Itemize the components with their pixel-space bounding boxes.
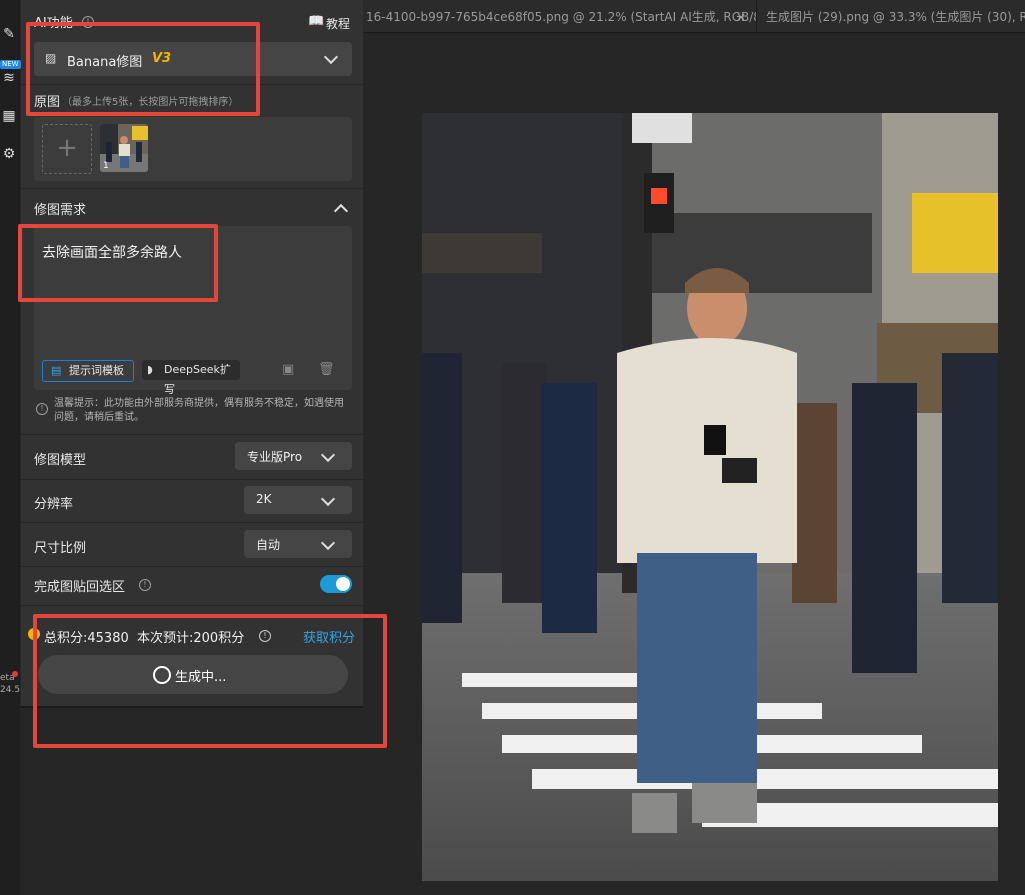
source-image-note: （最多上传5张，长按图片可拖拽排序） — [62, 97, 239, 108]
divider — [21, 605, 363, 606]
generate-button-label: 生成中... — [175, 670, 227, 685]
panel-shadow — [21, 706, 363, 708]
resolution-select-value: 2K — [256, 492, 272, 506]
divider — [21, 434, 363, 435]
document-tab-bar: 16-4100-b997-765b4ce68f05.png @ 21.2% (S… — [363, 0, 1025, 33]
tab-close-icon[interactable]: × — [736, 0, 746, 34]
left-toolbar: ✎ NEW ≋ ▦ ⚙ eta 24.5 — [0, 0, 21, 895]
resolution-select[interactable]: 2K — [244, 486, 352, 514]
hint-info-icon: ! — [36, 403, 48, 415]
divider — [21, 566, 363, 567]
chevron-down-icon — [320, 491, 336, 507]
deepseek-expand-button[interactable]: ◗ DeepSeek扩写 — [142, 360, 240, 396]
trash-icon[interactable]: 🗑 — [318, 362, 335, 377]
model-label: 修图模型 — [34, 453, 87, 468]
divider — [21, 522, 363, 523]
aspect-ratio-label: 尺寸比例 — [34, 541, 87, 556]
document-tab-active[interactable]: 16-4100-b997-765b4ce68f05.png @ 21.2% (S… — [363, 0, 757, 32]
aspect-ratio-select[interactable]: 自动 — [244, 530, 352, 558]
toggle-knob — [336, 577, 350, 591]
edit-pencil-icon[interactable]: ✎ — [1, 26, 17, 42]
divider — [21, 188, 363, 189]
divider — [21, 479, 363, 480]
points-info-icon[interactable]: ! — [259, 630, 271, 642]
edit-request-title: 修图需求 — [34, 203, 87, 218]
source-image-title: 原图 — [34, 95, 61, 110]
paste-back-info-icon[interactable]: ! — [139, 579, 151, 591]
chevron-down-icon — [320, 447, 336, 463]
service-hint-text: 温馨提示：此功能由外部服务商提供，偶有服务不稳定，如遇使用问题，请稍后重试。 — [54, 398, 344, 423]
coin-icon — [28, 628, 40, 640]
chevron-down-icon — [323, 49, 339, 65]
image-icon: ▨ — [45, 51, 57, 65]
edit-request-textarea[interactable]: 去除画面全部多余路人 ▤ 提示词模板 ◗ DeepSeek扩写 ▣ 🗑 — [34, 226, 352, 396]
add-image-button[interactable]: + — [42, 124, 92, 174]
upload-area: + 1 — [34, 117, 352, 181]
get-points-link[interactable]: 获取积分 — [303, 627, 355, 646]
photo-illustration — [422, 113, 998, 881]
prompt-template-label: 提示词模板 — [69, 364, 124, 377]
tutorial-link[interactable]: 教程 — [326, 15, 350, 32]
beta-notification-dot — [12, 671, 18, 677]
book-icon[interactable]: 📖 — [308, 14, 324, 29]
source-thumbnail[interactable]: 1 — [100, 124, 148, 172]
resolution-label: 分辨率 — [34, 497, 74, 512]
model-select-value: 专业版Pro — [247, 450, 303, 464]
deepseek-expand-label: DeepSeek扩写 — [164, 363, 231, 396]
info-icon[interactable]: ! — [82, 16, 94, 28]
feature-version-badge: V3 — [152, 51, 172, 66]
model-select[interactable]: 专业版Pro — [235, 442, 352, 470]
feature-dropdown[interactable]: ▨ Banana修图 V3 — [34, 42, 352, 76]
edit-request-text: 去除画面全部多余路人 — [42, 245, 182, 261]
deepseek-whale-icon: ◗ — [147, 363, 153, 376]
document-tab-2[interactable]: 生成图片 (29).png @ 33.3% (生成图片 (30), RGB/8) — [766, 0, 1025, 32]
calendar-icon[interactable]: ▦ — [1, 108, 17, 124]
thumbnail-order-number: 1 — [103, 161, 109, 171]
feature-dropdown-label: Banana修图 — [67, 55, 143, 70]
document-photo-street-scene[interactable] — [422, 113, 998, 881]
aspect-ratio-select-value: 自动 — [256, 538, 281, 552]
points-summary: 总积分:45380 本次预计:200积分 — [44, 631, 245, 646]
prompt-template-button[interactable]: ▤ 提示词模板 — [42, 360, 134, 382]
settings-gear-icon[interactable]: ⚙ — [1, 146, 17, 162]
new-badge: NEW — [0, 60, 21, 69]
paste-back-label: 完成图贴回选区 — [34, 580, 126, 595]
divider — [21, 84, 363, 85]
generate-button[interactable]: 生成中... — [38, 655, 348, 694]
ai-feature-title: AI功能 — [34, 16, 73, 31]
chevron-down-icon — [320, 535, 336, 551]
paste-back-toggle[interactable] — [320, 575, 352, 593]
history-icon[interactable]: ▣ — [282, 362, 294, 377]
layers-icon[interactable]: ≋ — [1, 70, 17, 86]
template-book-icon: ▤ — [51, 364, 62, 377]
loading-spinner-icon — [153, 666, 171, 684]
